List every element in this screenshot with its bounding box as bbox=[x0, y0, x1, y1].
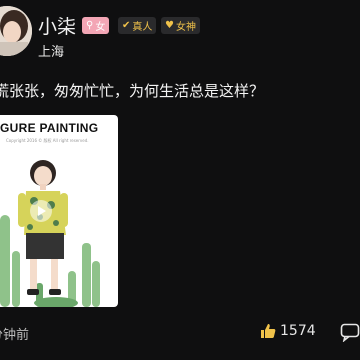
post-image-card[interactable]: GURE PAINTING Copyright 2016 © 版权 All ri… bbox=[0, 115, 118, 307]
like-button[interactable]: 1574 bbox=[259, 322, 316, 340]
heart-icon: ♥ bbox=[165, 20, 174, 31]
gender-badge-label: 女 bbox=[95, 22, 106, 33]
post-text: 慌张张，匆匆忙忙，为何生活总是这样？ bbox=[0, 82, 265, 100]
avatar[interactable] bbox=[0, 6, 32, 56]
female-icon: ⚲ bbox=[86, 20, 94, 31]
location: 上海 bbox=[38, 45, 65, 60]
comment-icon bbox=[340, 323, 360, 343]
gender-badge: ⚲ 女 bbox=[82, 17, 110, 34]
username[interactable]: 小柒 bbox=[38, 12, 76, 39]
goddess-badge: ♥ 女神 bbox=[161, 17, 200, 34]
thumbs-up-icon bbox=[261, 324, 276, 338]
figure-illustration bbox=[0, 160, 100, 307]
check-icon: ✔ bbox=[122, 20, 131, 31]
like-count: 1574 bbox=[280, 323, 316, 339]
verified-real-badge: ✔ 真人 bbox=[118, 17, 157, 34]
post-time: 分钟前 bbox=[0, 328, 30, 343]
image-title: GURE PAINTING bbox=[0, 121, 99, 135]
goddess-badge-label: 女神 bbox=[175, 22, 196, 33]
play-icon bbox=[38, 206, 46, 216]
avatar-photo bbox=[0, 6, 32, 56]
play-button[interactable] bbox=[30, 200, 52, 222]
comment-button[interactable] bbox=[340, 322, 360, 346]
real-badge-label: 真人 bbox=[132, 22, 153, 33]
